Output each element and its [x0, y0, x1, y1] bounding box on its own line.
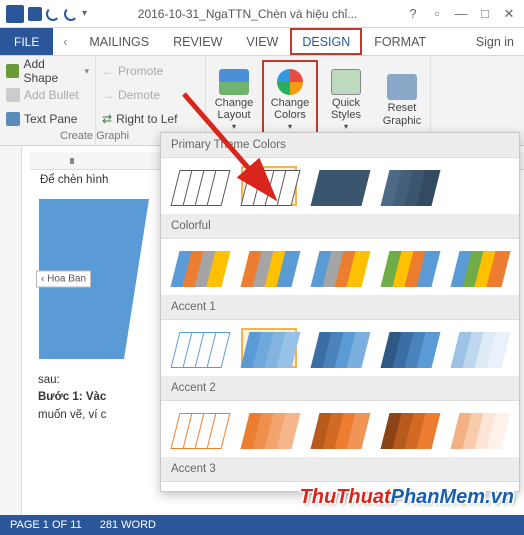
reset-graphic-button[interactable]: Reset Graphic	[374, 60, 430, 141]
tab-mailings[interactable]: MAILINGS	[77, 28, 161, 55]
color-swatch[interactable]	[311, 166, 367, 206]
maximize-icon[interactable]: □	[474, 6, 496, 22]
color-swatch[interactable]	[311, 247, 367, 287]
watermark: ThuThuatPhanMem.vn	[300, 486, 514, 509]
status-bar: PAGE 1 OF 11 281 WORD	[0, 515, 524, 535]
title-bar: ▾ 2016-10-31_NgaTTN_Chèn và hiệu chỉ... …	[0, 0, 524, 28]
undo-icon[interactable]	[46, 7, 60, 21]
status-words[interactable]: 281 WORD	[100, 519, 156, 531]
shape-text-handle[interactable]: ‹ Hoa Ban	[36, 271, 91, 288]
gallery-row	[161, 239, 519, 295]
color-swatch[interactable]	[381, 328, 437, 368]
color-swatch[interactable]	[171, 409, 227, 449]
layouts-icon	[219, 69, 249, 95]
quick-access-toolbar: ▾	[0, 5, 93, 23]
color-swatch[interactable]	[381, 409, 437, 449]
color-swatch[interactable]	[241, 247, 297, 287]
close-icon[interactable]: ✕	[498, 6, 520, 22]
color-swatch[interactable]	[451, 247, 507, 287]
color-swatch[interactable]	[171, 247, 227, 287]
tab-scroll-left-icon[interactable]: ‹	[53, 28, 77, 55]
quick-styles-icon	[331, 69, 361, 95]
tab-design[interactable]: DESIGN	[290, 28, 362, 55]
ribbon-collapse-icon[interactable]: ▫	[426, 6, 448, 22]
change-colors-gallery[interactable]: Primary Theme Colors Colorful Accent 1 Acce…	[160, 132, 520, 492]
gallery-section-header: Accent 1	[161, 295, 519, 320]
rtl-button[interactable]: ⇄Right to Lef	[102, 108, 199, 130]
change-layout-button[interactable]: Change Layout▾	[206, 60, 262, 141]
gallery-row	[161, 320, 519, 376]
color-swatch[interactable]	[451, 409, 507, 449]
color-swatch[interactable]	[381, 247, 437, 287]
gallery-section-header: Colorful	[161, 214, 519, 239]
help-icon[interactable]: ?	[402, 6, 424, 22]
colors-icon	[277, 69, 303, 95]
text-pane-button[interactable]: Text Pane	[6, 108, 89, 130]
demote-button: →Demote	[102, 84, 199, 106]
color-swatch[interactable]	[171, 328, 227, 368]
save-icon[interactable]	[28, 7, 42, 21]
color-swatch[interactable]	[311, 409, 367, 449]
promote-button: ←Promote	[102, 60, 199, 82]
color-swatch[interactable]	[241, 409, 297, 449]
window-controls: ? ▫ — □ ✕	[402, 6, 524, 22]
gallery-row	[161, 401, 519, 457]
gallery-section-header: Accent 3	[161, 457, 519, 482]
change-colors-button[interactable]: Change Colors▾	[262, 60, 318, 141]
add-bullet-button: Add Bullet	[6, 84, 89, 106]
redo-icon[interactable]	[64, 7, 78, 21]
color-swatch[interactable]	[171, 166, 227, 206]
color-swatch[interactable]	[241, 166, 297, 206]
tab-format[interactable]: FORMAT	[362, 28, 438, 55]
minimize-icon[interactable]: —	[450, 6, 472, 22]
gallery-section-header: Accent 2	[161, 376, 519, 401]
ribbon-tabs: FILE ‹ MAILINGS REVIEW VIEW DESIGN FORMA…	[0, 28, 524, 56]
reset-icon	[387, 74, 417, 100]
gallery-section-header: Primary Theme Colors	[161, 133, 519, 158]
qat-more-icon[interactable]: ▾	[82, 8, 87, 19]
tab-view[interactable]: VIEW	[234, 28, 290, 55]
color-swatch[interactable]	[311, 328, 367, 368]
vertical-ruler[interactable]	[0, 146, 22, 515]
tab-file[interactable]: FILE	[0, 28, 53, 55]
smartart-shape[interactable]: ‹ Hoa Ban	[34, 194, 154, 364]
add-shape-button[interactable]: Add Shape▾	[6, 60, 89, 82]
status-page[interactable]: PAGE 1 OF 11	[10, 519, 82, 531]
ribbon-group-label: Create Graphi	[60, 130, 129, 142]
window-title: 2016-10-31_NgaTTN_Chèn và hiệu chỉ...	[93, 7, 402, 21]
quick-styles-button[interactable]: Quick Styles▾	[318, 60, 374, 141]
gallery-row	[161, 158, 519, 214]
sign-in-link[interactable]: Sign in	[466, 28, 524, 55]
color-swatch[interactable]	[241, 328, 297, 368]
app-icon	[6, 5, 24, 23]
tab-review[interactable]: REVIEW	[161, 28, 234, 55]
color-swatch[interactable]	[451, 328, 507, 368]
color-swatch[interactable]	[381, 166, 437, 206]
